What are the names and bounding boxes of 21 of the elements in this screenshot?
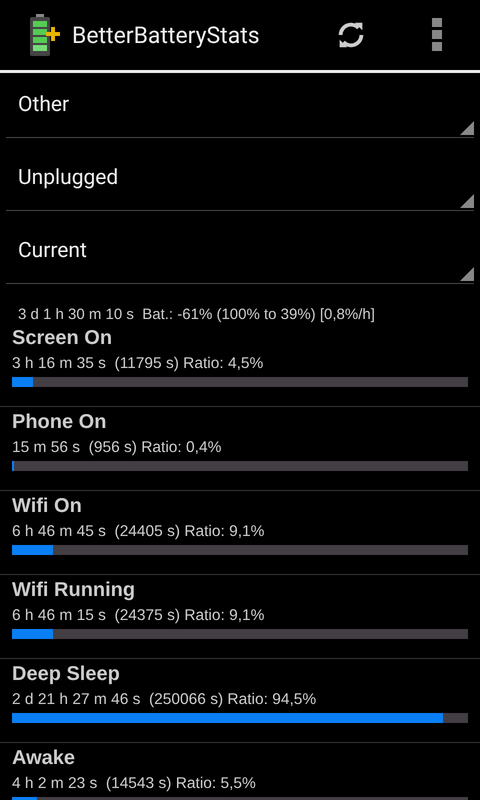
stat-detail: 15 m 56 s (956 s) Ratio: 0,4% [12,439,222,457]
stat-name: Awake [12,747,76,770]
stat-detail: 6 h 46 m 45 s (24405 s) Ratio: 9,1% [12,523,266,541]
stat-name: Wifi On [12,495,83,518]
stat-name: Phone On [12,411,108,434]
stat-detail: 4 h 2 m 23 s (14543 s) Ratio: 5,5% [12,775,257,793]
summary-text: 3 d 1 h 30 m 10 s Bat.: -61% (100% to 39%) [0,8%/h] [17,305,376,323]
stat-detail: 6 h 46 m 15 s (24375 s) Ratio: 9,1% [12,607,266,625]
stat-name: Screen On [12,327,114,350]
app-title: BetterBatteryStats [72,22,261,48]
dropdown-corner-icon [460,121,474,135]
overflow-menu-icon[interactable] [432,18,442,52]
stat-name: Deep Sleep [12,663,121,686]
dropdown-corner-icon [460,194,474,208]
dropdown-corner-icon [460,267,474,281]
dropdown[interactable]: Unplugged [6,146,474,211]
stat-detail: 3 h 16 m 35 s (11795 s) Ratio: 4,5% [12,355,264,373]
stat-name: Wifi Running [12,579,136,602]
dropdown[interactable]: Other [6,73,474,138]
stat-detail: 2 d 21 h 27 m 46 s (250066 s) Ratio: 94,5% [12,691,318,709]
dropdown[interactable]: Current [6,219,474,284]
